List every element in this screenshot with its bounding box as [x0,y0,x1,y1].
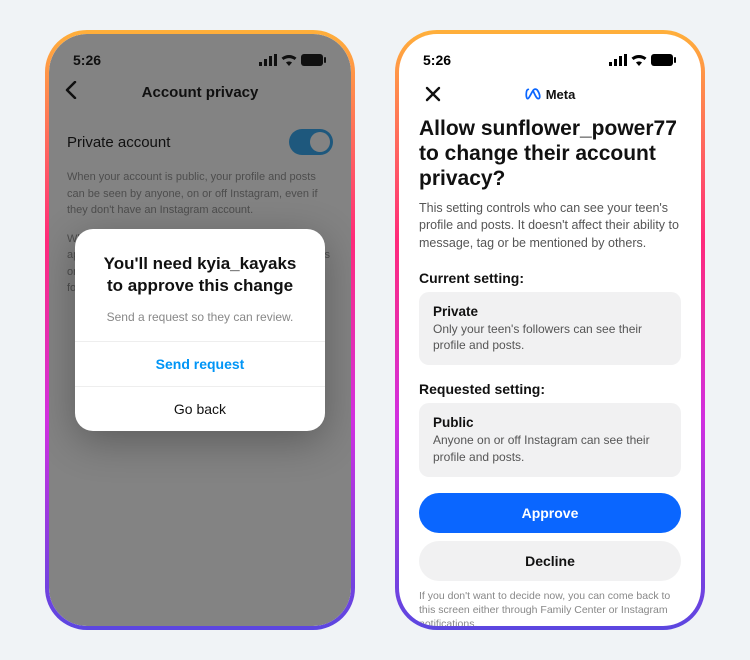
approval-dialog: You'll need kyia_kayaks to approve this … [75,229,325,432]
requested-setting-label: Requested setting: [419,373,681,403]
battery-icon [651,54,677,66]
requested-setting-sub: Anyone on or off Instagram can see their… [433,432,667,464]
approve-button[interactable]: Approve [419,493,681,533]
footer-note: If you don't want to decide now, you can… [419,581,681,626]
sheet-topbar: Meta [419,76,681,108]
status-indicators [609,54,677,66]
phone-frame-left: 5:26 Account privacy [45,30,355,630]
dialog-head: You'll need kyia_kayaks to approve this … [75,229,325,303]
dialog-title: You'll need kyia_kayaks to approve this … [97,253,303,297]
close-icon[interactable] [419,80,447,108]
decline-button[interactable]: Decline [419,541,681,581]
phone-screen-left: 5:26 Account privacy [49,34,351,626]
modal-overlay: You'll need kyia_kayaks to approve this … [49,34,351,626]
phone-screen-right: 5:26 Meta [399,34,701,626]
current-setting-card: Private Only your teen's followers can s… [419,292,681,365]
current-setting-sub: Only your teen's followers can see their… [433,321,667,353]
current-setting-title: Private [433,304,667,319]
current-setting-label: Current setting: [419,262,681,292]
meta-logo: Meta [525,86,576,102]
wifi-icon [631,54,647,66]
status-time: 5:26 [423,52,451,68]
dialog-actions: Send request Go back [75,341,325,431]
dialog-subtitle: Send a request so they can review. [75,303,325,342]
status-bar: 5:26 [399,34,701,76]
requested-setting-title: Public [433,415,667,430]
send-request-button[interactable]: Send request [75,341,325,386]
meta-brand-text: Meta [546,87,576,102]
cellular-signal-icon [609,54,627,66]
go-back-button[interactable]: Go back [75,386,325,431]
phone-frame-right: 5:26 Meta [395,30,705,630]
requested-setting-card: Public Anyone on or off Instagram can se… [419,403,681,476]
approval-sheet: Meta Allow sunflower_power77 to change t… [399,76,701,626]
sheet-description: This setting controls who can see your t… [419,200,681,263]
sheet-title: Allow sunflower_power77 to change their … [419,108,681,200]
